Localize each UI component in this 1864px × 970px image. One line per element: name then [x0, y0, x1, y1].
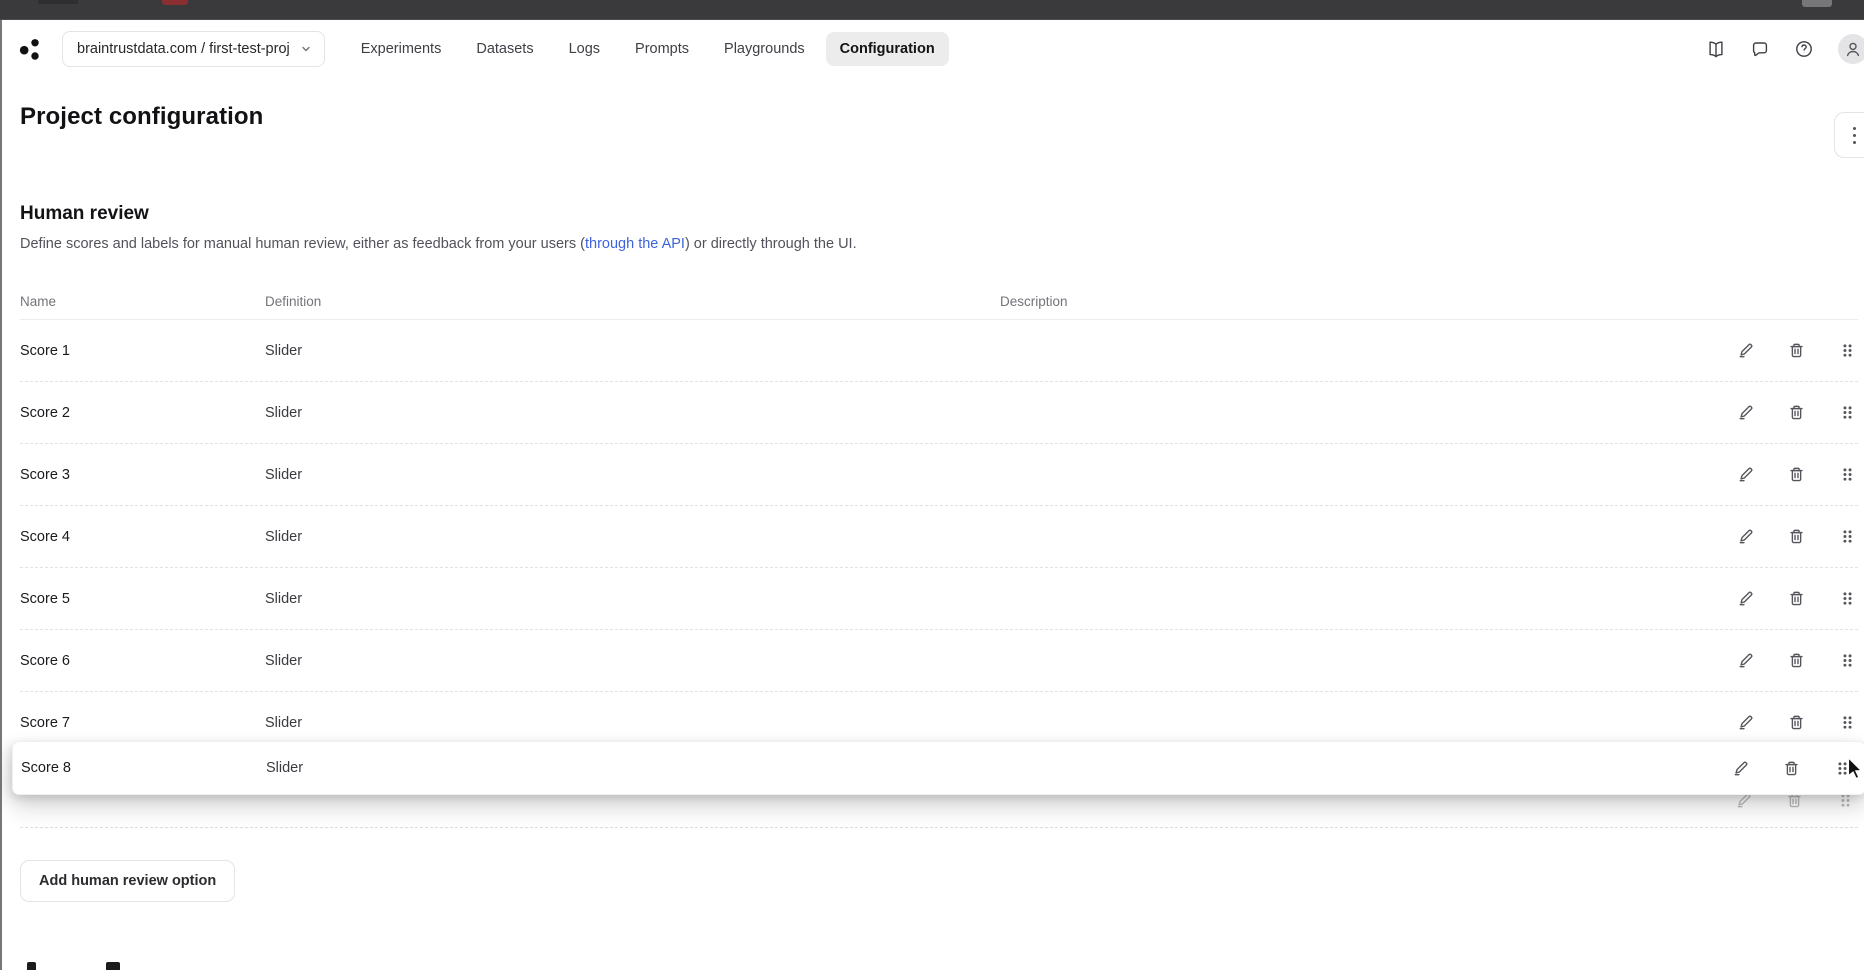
person-icon	[1843, 39, 1863, 59]
table-row: Score 3 Slider	[20, 444, 1858, 506]
score-definition: Slider	[265, 715, 1000, 731]
human-review-description: Define scores and labels for manual huma…	[20, 235, 1864, 253]
project-selector[interactable]: braintrustdata.com / first-test-proj	[62, 31, 325, 67]
delete-trash-icon[interactable]	[1787, 342, 1805, 360]
row-actions	[1736, 404, 1858, 422]
score-definition: Slider	[266, 760, 1001, 776]
project-selector-label: braintrustdata.com / first-test-proj	[77, 41, 290, 57]
row-actions	[1731, 759, 1853, 777]
score-name: Score 5	[20, 591, 265, 607]
table-header-row: Name Definition Description	[20, 283, 1858, 320]
delete-trash-icon[interactable]	[1787, 590, 1805, 608]
row-actions	[1736, 342, 1858, 360]
score-definition: Slider	[265, 467, 1000, 483]
feedback-chat-icon[interactable]	[1750, 39, 1770, 59]
clipped-glyph	[27, 962, 36, 970]
delete-trash-icon[interactable]	[1787, 714, 1805, 732]
row-actions	[1736, 590, 1858, 608]
browser-tab-remnant	[38, 0, 78, 4]
score-name: Score 7	[20, 715, 265, 731]
add-human-review-option-button[interactable]: Add human review option	[20, 860, 235, 902]
braintrust-logo-icon[interactable]	[18, 36, 44, 62]
nav-item-logs[interactable]: Logs	[555, 32, 614, 66]
primary-nav: Experiments Datasets Logs Prompts Playgr…	[347, 32, 956, 66]
browser-control-remnant	[1802, 0, 1832, 7]
column-header-name: Name	[20, 294, 265, 309]
nav-item-datasets[interactable]: Datasets	[462, 32, 547, 66]
page-more-menu-button[interactable]	[1834, 112, 1864, 158]
table-row: Score 1 Slider	[20, 320, 1858, 382]
app-header: braintrustdata.com / first-test-proj Exp…	[0, 20, 1864, 78]
drag-handle-icon[interactable]	[1838, 404, 1856, 422]
kebab-dot	[1853, 141, 1856, 144]
edit-pencil-icon[interactable]	[1736, 342, 1754, 360]
score-name: Score 1	[20, 343, 265, 359]
user-avatar[interactable]	[1838, 34, 1864, 64]
score-name: Score 4	[20, 529, 265, 545]
score-definition: Slider	[265, 653, 1000, 669]
help-circle-icon[interactable]	[1794, 39, 1814, 59]
row-actions	[1736, 466, 1858, 484]
score-name: Score 6	[20, 653, 265, 669]
chevron-down-icon	[300, 43, 312, 55]
column-header-description: Description	[1000, 294, 1858, 309]
edit-pencil-icon[interactable]	[1736, 466, 1754, 484]
clipped-glyph	[106, 962, 120, 970]
dragged-row-score-8[interactable]: Score 8 Slider	[12, 741, 1864, 795]
drag-handle-icon[interactable]	[1838, 652, 1856, 670]
score-definition: Slider	[265, 405, 1000, 421]
drag-handle-icon[interactable]	[1838, 466, 1856, 484]
table-row: Score 6 Slider	[20, 630, 1858, 692]
drag-handle-icon[interactable]	[1838, 714, 1856, 732]
delete-trash-icon[interactable]	[1787, 652, 1805, 670]
nav-item-configuration[interactable]: Configuration	[826, 32, 949, 66]
score-definition: Slider	[265, 529, 1000, 545]
nav-item-prompts[interactable]: Prompts	[621, 32, 703, 66]
drag-handle-icon[interactable]	[1838, 342, 1856, 360]
drag-handle-icon[interactable]	[1838, 528, 1856, 546]
table-row: Score 5 Slider	[20, 568, 1858, 630]
edit-pencil-icon[interactable]	[1736, 590, 1754, 608]
score-name: Score 8	[21, 760, 266, 776]
edit-pencil-icon[interactable]	[1736, 528, 1754, 546]
row-actions	[1736, 652, 1858, 670]
row-actions	[1736, 714, 1858, 732]
page-title: Project configuration	[20, 102, 1864, 132]
nav-item-experiments[interactable]: Experiments	[347, 32, 456, 66]
delete-trash-icon[interactable]	[1787, 466, 1805, 484]
delete-trash-icon[interactable]	[1787, 404, 1805, 422]
score-definition: Slider	[265, 343, 1000, 359]
description-text-after: ) or directly through the UI.	[685, 236, 857, 252]
description-text-before: Define scores and labels for manual huma…	[20, 236, 585, 252]
nav-item-playgrounds[interactable]: Playgrounds	[710, 32, 819, 66]
score-definition: Slider	[265, 591, 1000, 607]
human-review-section-title: Human review	[20, 202, 1864, 226]
docs-book-icon[interactable]	[1706, 39, 1726, 59]
window-left-edge	[0, 20, 2, 970]
recording-indicator-badge	[162, 0, 188, 5]
edit-pencil-icon[interactable]	[1736, 714, 1754, 732]
drag-handle-icon[interactable]	[1838, 590, 1856, 608]
column-header-definition: Definition	[265, 294, 1000, 309]
table-row: Score 4 Slider	[20, 506, 1858, 568]
next-section-heading-partial	[0, 962, 400, 970]
drag-handle-icon[interactable]	[1833, 759, 1851, 777]
score-name: Score 2	[20, 405, 265, 421]
header-icons	[1706, 20, 1864, 78]
edit-pencil-icon[interactable]	[1731, 759, 1749, 777]
edit-pencil-icon[interactable]	[1736, 652, 1754, 670]
score-name: Score 3	[20, 467, 265, 483]
kebab-dot	[1853, 127, 1856, 130]
delete-trash-icon[interactable]	[1782, 759, 1800, 777]
browser-chrome-bar	[0, 0, 1864, 20]
through-the-api-link[interactable]: through the API	[585, 236, 685, 252]
kebab-dot	[1853, 134, 1856, 137]
table-row: Score 2 Slider	[20, 382, 1858, 444]
edit-pencil-icon[interactable]	[1736, 404, 1754, 422]
delete-trash-icon[interactable]	[1787, 528, 1805, 546]
row-actions	[1736, 528, 1858, 546]
